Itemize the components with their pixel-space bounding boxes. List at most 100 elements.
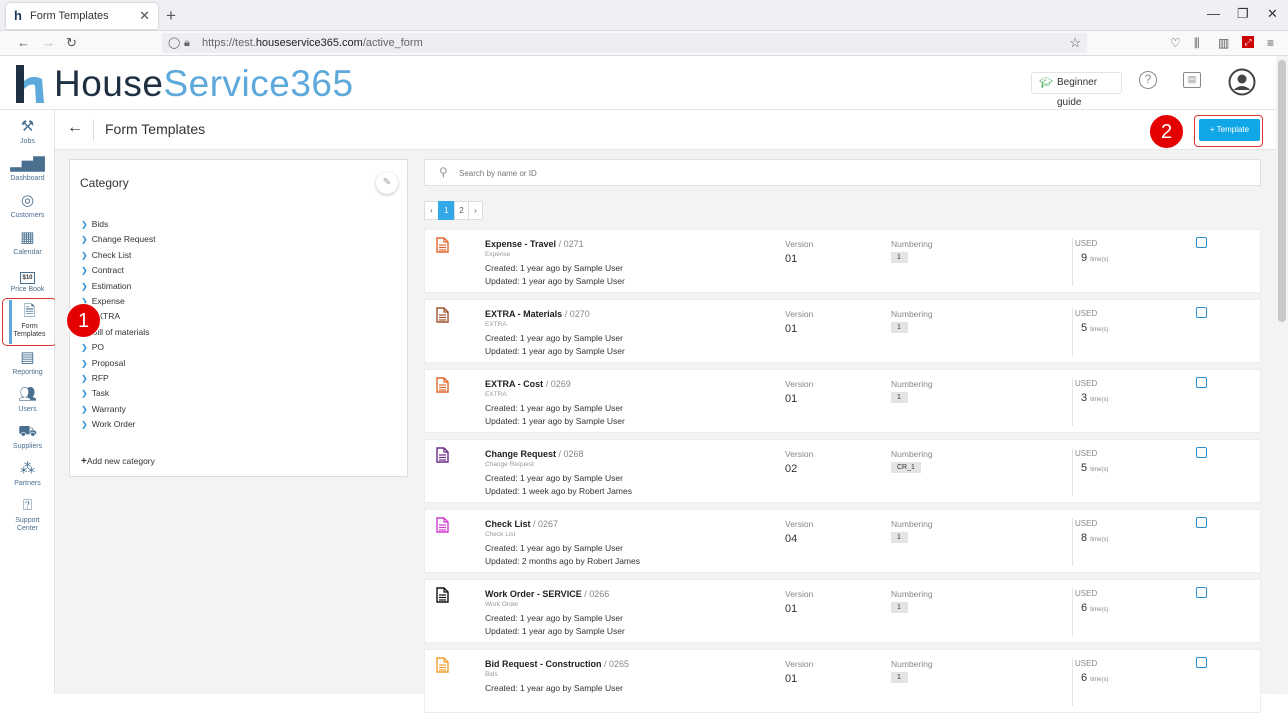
sidebar-item-reporting[interactable]: ▤ Reporting: [0, 349, 55, 376]
pocket-icon[interactable]: ♡: [1170, 36, 1181, 50]
user-avatar-icon[interactable]: [1228, 68, 1256, 96]
select-checkbox[interactable]: [1196, 237, 1207, 248]
help-icon[interactable]: ?: [1139, 71, 1157, 89]
users-icon: 👥︎: [17, 386, 38, 403]
times-label: time(s): [1090, 607, 1109, 613]
numbering-value: 1: [891, 252, 908, 263]
sidebar-item-dashboard[interactable]: ▂▅▇ Dashboard: [0, 155, 55, 182]
category-item[interactable]: ❯ Change Request: [81, 234, 156, 249]
prev-page-button[interactable]: ‹: [424, 201, 439, 220]
template-card[interactable]: Bid Request - Construction / 0265 Bids Cre…: [424, 649, 1261, 713]
category-item[interactable]: ❯ Warranty: [81, 404, 156, 419]
extension-icon[interactable]: ⤢: [1242, 36, 1254, 48]
chevron-right-icon: ❯: [81, 358, 88, 368]
numbering-label: Numbering: [891, 589, 933, 599]
select-checkbox[interactable]: [1196, 307, 1207, 318]
sidebar-item-calendar[interactable]: ▦ Calendar: [0, 229, 55, 256]
select-checkbox[interactable]: [1196, 657, 1207, 668]
minimize-icon[interactable]: —: [1207, 6, 1220, 21]
inbox-icon[interactable]: ▤: [1183, 72, 1201, 88]
document-icon: [436, 237, 449, 253]
template-id: / 0269: [545, 379, 571, 389]
bookmark-star-icon[interactable]: ☆: [1069, 33, 1081, 53]
logo[interactable]: HouseService365: [54, 63, 354, 105]
template-id: / 0267: [533, 519, 559, 529]
template-name[interactable]: Change Request / 0268: [485, 449, 584, 459]
template-card[interactable]: Check List / 0267 Check List Created: 1 ye…: [424, 509, 1261, 573]
add-new-category-button[interactable]: +Add new category: [81, 456, 155, 467]
template-card[interactable]: EXTRA - Cost / 0269 EXTRA Created: 1 year …: [424, 369, 1261, 433]
page-title-bar: ← Form Templates + Template: [55, 110, 1276, 150]
add-template-button[interactable]: + Template: [1199, 119, 1260, 141]
page-title: Form Templates: [105, 121, 206, 137]
logo-part-house: House: [54, 63, 164, 104]
template-name[interactable]: EXTRA - Cost / 0269: [485, 379, 571, 389]
back-icon[interactable]: ←: [17, 35, 30, 50]
times-label: time(s): [1090, 537, 1109, 543]
next-page-button[interactable]: ›: [468, 201, 483, 220]
chevron-right-icon: ❯: [81, 420, 88, 430]
category-item-label: PO: [91, 342, 104, 353]
category-item[interactable]: ❯ Check List: [81, 250, 156, 265]
template-updated: Updated: 1 year ago by Sample User: [485, 626, 625, 636]
page-1-button[interactable]: 1: [438, 201, 455, 220]
template-card[interactable]: Change Request / 0268 Change Request Creat…: [424, 439, 1261, 503]
template-card[interactable]: Work Order - SERVICE / 0266 Work Order Cre…: [424, 579, 1261, 643]
template-card[interactable]: Expense - Travel / 0271 Expense Created: 1…: [424, 229, 1261, 293]
page-2-button[interactable]: 2: [454, 201, 469, 220]
forward-icon[interactable]: →: [42, 35, 55, 50]
beginner-guide-button[interactable]: 🎓︎ Beginner guide: [1031, 72, 1122, 108]
template-updated: Updated: 1 week ago by Robert James: [485, 486, 632, 496]
select-checkbox[interactable]: [1196, 587, 1207, 598]
browser-tab[interactable]: h Form Templates ✕: [6, 3, 158, 29]
template-card[interactable]: EXTRA - Materials / 0270 EXTRA Created: 1 …: [424, 299, 1261, 363]
template-name[interactable]: EXTRA - Materials / 0270: [485, 309, 590, 319]
shield-icon: ◯: [168, 37, 181, 49]
menu-icon[interactable]: ≡: [1267, 36, 1274, 50]
category-item[interactable]: ❯ Contract: [81, 265, 156, 280]
reporting-icon: ▤: [20, 349, 35, 366]
category-item[interactable]: ❯ Proposal: [81, 358, 156, 373]
sidebar-item-partners[interactable]: ⁂ Partners: [0, 460, 55, 487]
template-name[interactable]: Work Order - SERVICE / 0266: [485, 589, 609, 599]
new-tab-icon[interactable]: +: [166, 6, 176, 26]
select-checkbox[interactable]: [1196, 517, 1207, 528]
sidebar-item-users[interactable]: 👥︎ Users: [0, 386, 55, 413]
sidebar-item-label: Calendar: [13, 249, 42, 256]
category-item[interactable]: ❯ PO: [81, 342, 156, 357]
reload-icon[interactable]: ↻: [66, 35, 77, 51]
sidebar-item-suppliers[interactable]: ⛟ Suppliers: [0, 423, 55, 450]
restore-icon[interactable]: ❐: [1237, 6, 1249, 22]
category-item[interactable]: ❯ Estimation: [81, 281, 156, 296]
divider: [1072, 238, 1073, 286]
category-item[interactable]: ❯ Task: [81, 388, 156, 403]
scrollbar-thumb[interactable]: [1278, 60, 1286, 322]
search-bar[interactable]: ⚲: [424, 159, 1261, 186]
close-window-icon[interactable]: ✕: [1267, 6, 1278, 22]
select-checkbox[interactable]: [1196, 447, 1207, 458]
page-scrollbar[interactable]: [1276, 56, 1288, 694]
sidebar-item-support-center[interactable]: ⍰ Support Center: [0, 497, 55, 533]
category-item[interactable]: ❯ RFP: [81, 373, 156, 388]
sidebar-item-jobs[interactable]: ⚒ Jobs: [0, 118, 55, 145]
chevron-right-icon: ❯: [81, 281, 88, 291]
search-input[interactable]: [459, 164, 1239, 182]
sidebar-item-customers[interactable]: ◎ Customers: [0, 192, 55, 219]
sidebar-item-price-book[interactable]: $10 Price Book: [0, 266, 55, 293]
library-icon[interactable]: ⫼: [1194, 36, 1200, 51]
template-name[interactable]: Expense - Travel / 0271: [485, 239, 584, 249]
template-name[interactable]: Bid Request - Construction / 0265: [485, 659, 629, 669]
category-item[interactable]: ❯ Bids: [81, 219, 156, 234]
sidebar-toggle-icon[interactable]: ▥: [1218, 36, 1229, 50]
back-arrow-icon[interactable]: ←: [67, 119, 83, 137]
select-checkbox[interactable]: [1196, 377, 1207, 388]
template-id: / 0270: [564, 309, 590, 319]
category-item[interactable]: ❯ Work Order: [81, 419, 156, 434]
version-label: Version: [785, 449, 814, 459]
edit-pencil-icon[interactable]: ✎: [376, 172, 398, 194]
address-bar[interactable]: ◯ 🔒︎ https://test.houseservice365.com/ac…: [162, 33, 1087, 53]
category-panel: Category ✎ ❯ Bids ❯ Change Request ❯ Check Li…: [69, 159, 408, 477]
close-tab-icon[interactable]: ✕: [139, 8, 150, 24]
template-name[interactable]: Check List / 0267: [485, 519, 558, 529]
used-label: USED: [1075, 239, 1098, 248]
